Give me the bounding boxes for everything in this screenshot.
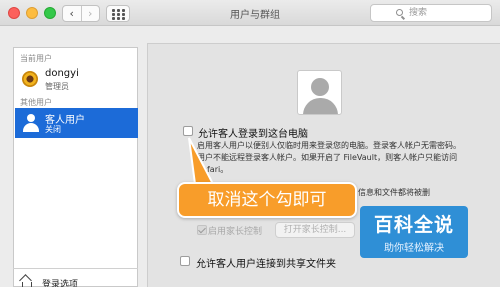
instruction-callout: 取消这个勾即可 [177,182,357,218]
window-titlebar: ‹ › 用户与群组 搜索 [0,0,500,26]
show-all-grid-icon[interactable] [106,5,130,22]
search-placeholder: 搜索 [409,8,428,18]
search-icon [396,9,403,16]
watermark-subtitle: 助你轻松解决 [384,243,444,254]
user-list-sidebar: 当前用户 dongyi 管理员 其他用户 客人用户 关闭 [13,47,138,287]
search-field[interactable]: 搜索 [370,4,492,22]
user-role: 管理员 [45,82,69,91]
allow-shared-folders-label: 允许客人用户连接到共享文件夹 [196,259,336,270]
user-row-dongyi[interactable]: dongyi 管理员 [15,65,138,95]
open-parental-controls-button[interactable]: 打开家长控制... [275,222,355,238]
forward-button[interactable]: › [80,6,100,21]
enable-parental-controls-checkbox[interactable] [197,225,207,235]
maximize-window-button[interactable] [44,7,56,19]
guest-user-status: 关闭 [45,125,61,134]
allow-guest-login-checkbox[interactable] [183,126,193,136]
enable-parental-controls-label: 启用家长控制 [208,227,263,237]
baike-watermark-logo: 百科全说 助你轻松解决 [360,206,468,258]
guest-avatar-picture[interactable] [297,70,342,115]
guest-description-line-2: 用户不能远程登录客人帐户。如果开启了 FileVault，则客人帐户只能访问 [197,153,458,162]
house-icon [20,276,32,287]
guest-user-icon [23,114,39,132]
login-options-item[interactable]: 登录选项 [42,277,78,287]
sunflower-avatar-icon [22,71,38,87]
user-row-guest[interactable]: 客人用户 关闭 [15,108,138,138]
guest-description-line-1: 启用客人用户以便别人仅临时用来登录您的电脑。登录客人帐户无需密码。 [197,141,461,150]
window-title: 用户与群组 [230,10,280,21]
callout-pointer-arrow [188,137,215,185]
close-window-button[interactable] [8,7,20,19]
watermark-title: 百科全说 [373,214,454,236]
current-users-section-label: 当前用户 [20,54,52,63]
minimize-window-button[interactable] [26,7,38,19]
allow-shared-folders-checkbox[interactable] [180,256,190,266]
sidebar-divider [13,268,138,269]
back-forward-control: ‹ › [62,5,100,22]
back-button[interactable]: ‹ [63,6,81,21]
user-name: dongyi [45,68,79,79]
guest-description-tail: 信息和文件都将被删 [358,188,430,197]
other-users-section-label: 其他用户 [20,98,52,107]
